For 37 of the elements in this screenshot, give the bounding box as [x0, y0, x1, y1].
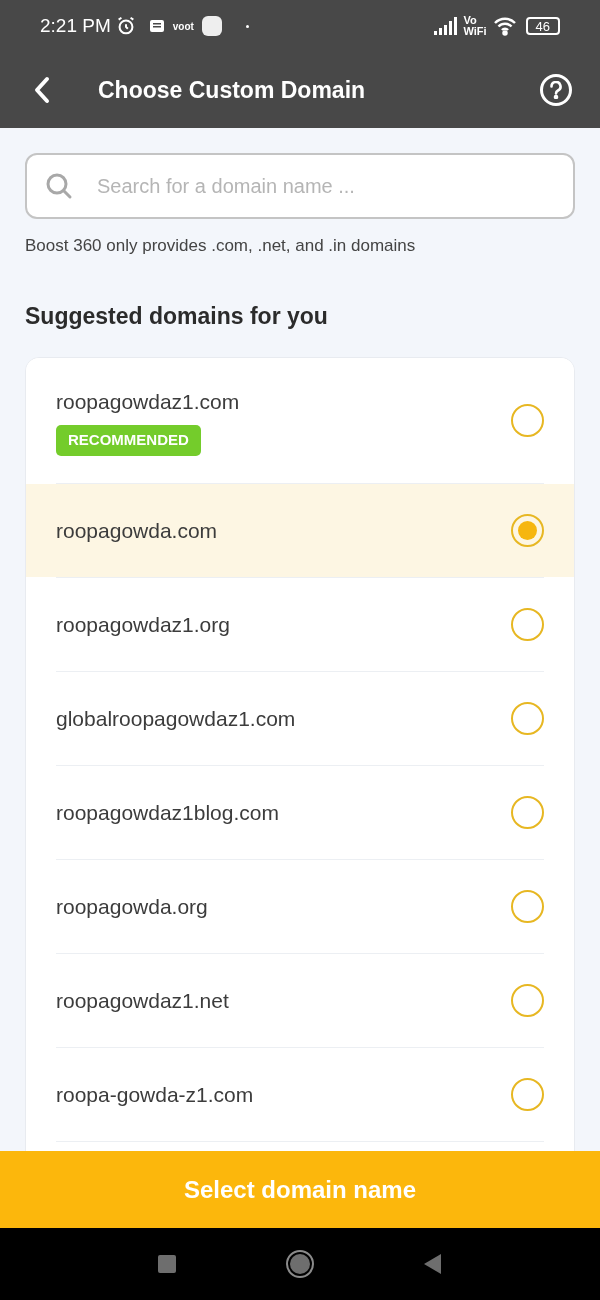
- radio-button[interactable]: [511, 702, 544, 735]
- battery-indicator: 46: [525, 17, 560, 35]
- domain-name: roopagowda.org: [56, 893, 208, 920]
- domain-name: roopagowdaz1.org: [56, 611, 230, 638]
- domain-name: globalroopagowdaz1.com: [56, 705, 296, 732]
- section-heading: Suggested domains for you: [25, 301, 329, 331]
- radio-button[interactable]: [511, 890, 544, 923]
- recommended-badge: RECOMMENDED: [56, 425, 201, 456]
- domain-name: roopagowda.com: [56, 517, 218, 544]
- radio-button[interactable]: [511, 1078, 544, 1111]
- signal-icon: [433, 17, 460, 35]
- radio-button[interactable]: [511, 984, 544, 1017]
- network-label: Vo WiFi: [463, 15, 488, 37]
- app-label: voot: [172, 19, 194, 34]
- domain-name: roopa-gowda-z1.com: [56, 1081, 254, 1108]
- help-button[interactable]: [540, 74, 572, 106]
- home-button[interactable]: [286, 1250, 314, 1278]
- domain-option[interactable]: roopagowda.com: [26, 484, 574, 577]
- wifi-icon: [491, 16, 518, 36]
- radio-button[interactable]: [511, 514, 544, 547]
- recent-apps-button[interactable]: [158, 1255, 176, 1273]
- domain-name: roopagowdaz1blog.com: [56, 799, 279, 826]
- radio-button[interactable]: [511, 796, 544, 829]
- search-icon: [45, 172, 73, 200]
- search-field[interactable]: Search for a domain name ...: [25, 153, 575, 219]
- chevron-left-icon: [32, 76, 52, 104]
- screen-title: Choose Custom Domain: [98, 75, 366, 105]
- radio-button[interactable]: [511, 404, 544, 437]
- status-time: 2:21 PM: [40, 13, 111, 38]
- domain-name: roopagowdaz1.net: [56, 987, 229, 1014]
- domain-name: roopagowdaz1.com: [56, 388, 240, 415]
- hint-text: Boost 360 only provides .com, .net, and .in domains: [25, 235, 417, 257]
- question-mark-icon: [549, 81, 563, 99]
- app-icon: [201, 16, 222, 36]
- notification-icon: [148, 18, 165, 34]
- radio-button[interactable]: [511, 608, 544, 641]
- back-nav-icon[interactable]: [424, 1254, 442, 1274]
